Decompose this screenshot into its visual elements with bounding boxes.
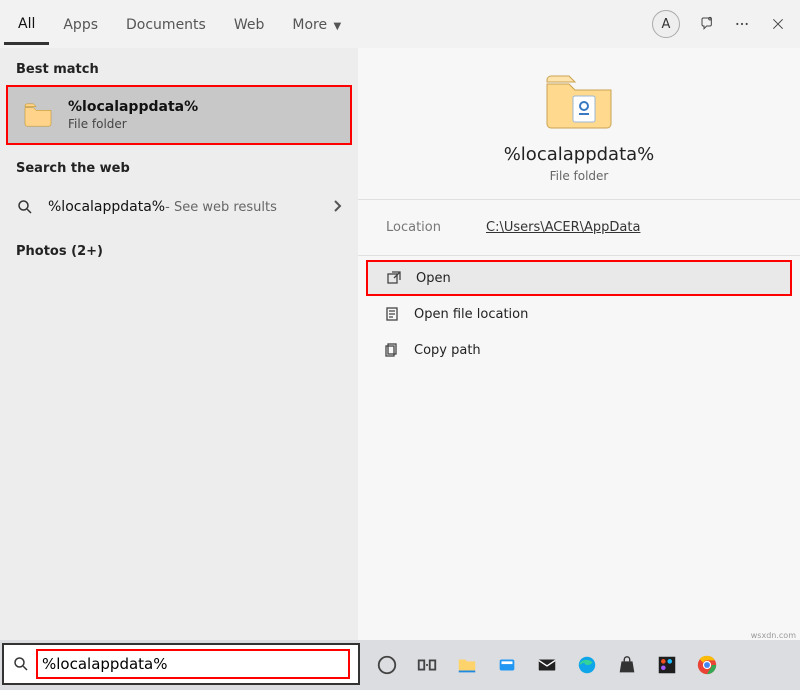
tab-apps[interactable]: Apps <box>49 5 112 43</box>
more-options-icon[interactable] <box>724 6 760 42</box>
result-title: %localappdata% <box>68 99 198 115</box>
watermark: wsxdn.com <box>751 631 796 640</box>
tab-web[interactable]: Web <box>220 5 279 43</box>
taskbar <box>0 640 800 690</box>
file-explorer-icon[interactable] <box>456 654 478 676</box>
search-web-label: Search the web <box>0 147 358 184</box>
action-open-label: Open <box>416 271 451 286</box>
web-result-row[interactable]: %localappdata% - See web results <box>0 184 358 230</box>
action-open-location[interactable]: Open file location <box>362 296 796 332</box>
edge-icon[interactable] <box>576 654 598 676</box>
mail-icon[interactable] <box>536 654 558 676</box>
app-icon-1[interactable] <box>496 654 518 676</box>
chevron-down-icon: ▼ <box>334 21 342 32</box>
search-tabs: All Apps Documents Web More ▼ A <box>0 0 800 48</box>
store-icon[interactable] <box>616 654 638 676</box>
close-icon[interactable] <box>760 6 796 42</box>
task-view-icon[interactable] <box>416 654 438 676</box>
action-copy-path-label: Copy path <box>414 343 481 358</box>
tab-more[interactable]: More ▼ <box>278 5 355 43</box>
location-value[interactable]: C:\Users\ACER\AppData <box>486 220 640 235</box>
user-avatar[interactable]: A <box>652 10 680 38</box>
folder-icon <box>543 72 615 130</box>
search-icon <box>16 198 34 216</box>
feedback-icon[interactable] <box>688 6 724 42</box>
best-match-result[interactable]: %localappdata% File folder <box>6 85 352 145</box>
folder-icon <box>22 99 54 131</box>
cortana-icon[interactable] <box>376 654 398 676</box>
best-match-label: Best match <box>0 48 358 85</box>
open-icon <box>386 270 402 286</box>
action-open-location-label: Open file location <box>414 307 528 322</box>
chevron-right-icon <box>332 198 342 217</box>
location-label: Location <box>386 220 486 235</box>
search-bar[interactable] <box>2 643 360 685</box>
app-icon-2[interactable] <box>656 654 678 676</box>
photos-label[interactable]: Photos (2+) <box>0 230 358 267</box>
search-icon <box>12 655 30 673</box>
tab-all[interactable]: All <box>4 4 49 45</box>
web-result-suffix: - See web results <box>165 200 277 215</box>
web-result-title: %localappdata% <box>48 199 165 215</box>
action-open[interactable]: Open <box>366 260 792 296</box>
results-pane: Best match %localappdata% File folder Se… <box>0 48 358 640</box>
chrome-icon[interactable] <box>696 654 718 676</box>
result-subtitle: File folder <box>68 117 198 131</box>
tab-documents[interactable]: Documents <box>112 5 220 43</box>
search-input[interactable] <box>36 649 350 679</box>
preview-pane: %localappdata% File folder Location C:\U… <box>358 48 800 640</box>
folder-open-icon <box>384 306 400 322</box>
preview-name: %localappdata% <box>504 144 655 165</box>
copy-icon <box>384 342 400 358</box>
preview-type: File folder <box>550 169 609 183</box>
action-copy-path[interactable]: Copy path <box>362 332 796 368</box>
